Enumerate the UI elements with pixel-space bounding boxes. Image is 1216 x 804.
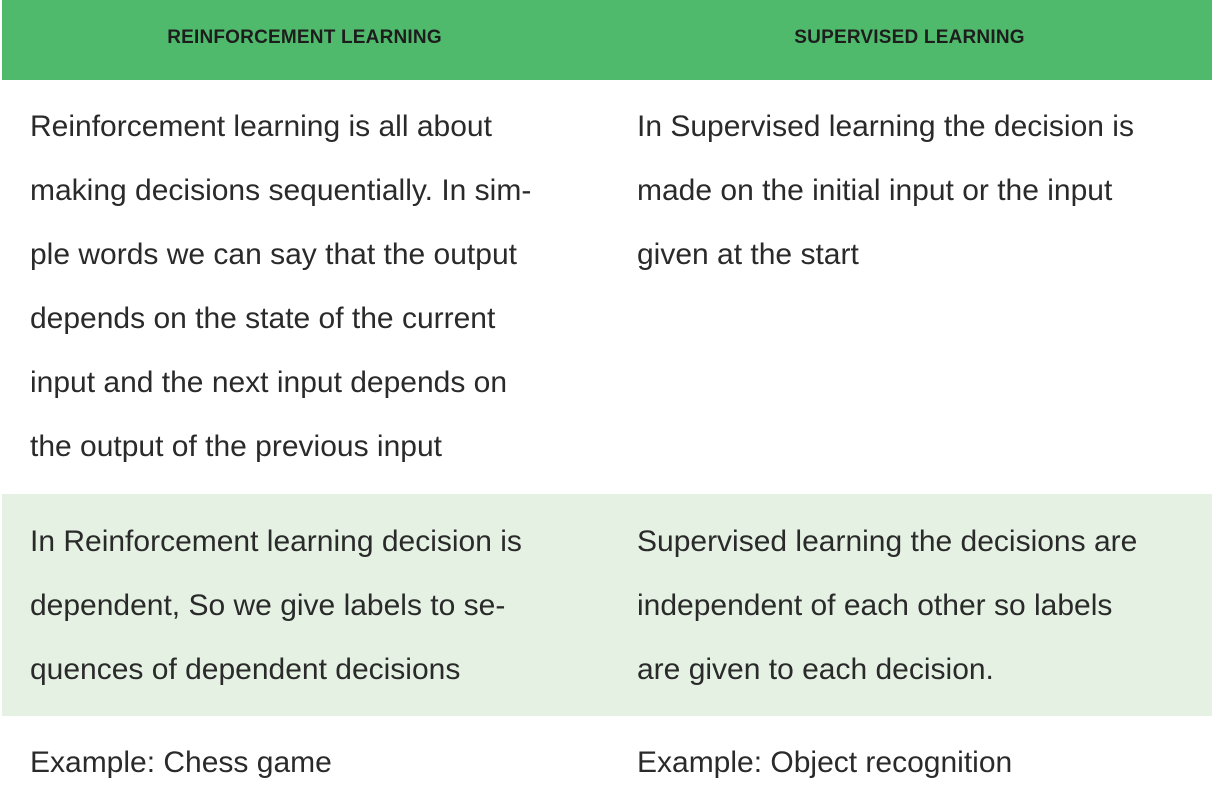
cell-line: are given to each decision. [637, 653, 994, 686]
cell-line: making decisions sequentially. In sim- [30, 174, 532, 207]
cell-line: independent of each other so labels [637, 589, 1113, 622]
table-row: In Reinforcement learning decision is de… [2, 494, 1212, 716]
header-supervised-learning: SUPERVISED LEARNING [794, 27, 1025, 48]
cell-line: In Supervised learning the decision is [637, 110, 1134, 143]
table-cell-reinforcement: Reinforcement learning is all about maki… [2, 95, 605, 494]
table-cell-supervised: Example: Object recognition [605, 731, 1212, 804]
cell-line: dependent, So we give labels to se- [30, 589, 506, 622]
cell-line: given at the start [637, 238, 859, 271]
cell-line: Example: Object recognition [637, 746, 1013, 779]
cell-line: made on the initial input or the input [637, 174, 1113, 207]
table-row: Example: Chess game Example: Object reco… [2, 716, 1212, 804]
cell-line: Reinforcement learning is all about [30, 110, 492, 143]
cell-line: the output of the previous input [30, 430, 442, 463]
cell-line: depends on the state of the current [30, 302, 496, 335]
table-cell-supervised: Supervised learning the decisions are in… [605, 510, 1212, 716]
table-cell-reinforcement: Example: Chess game [2, 731, 605, 804]
cell-line: ple words we can say that the output [30, 238, 517, 271]
cell-line: input and the next input depends on [30, 366, 508, 399]
comparison-table: REINFORCEMENT LEARNING SUPERVISED LEARNI… [2, 0, 1212, 804]
table-header-row: REINFORCEMENT LEARNING SUPERVISED LEARNI… [2, 0, 1212, 80]
cell-line: In Reinforcement learning decision is [30, 525, 522, 558]
table-cell-supervised: In Supervised learning the decision is m… [605, 95, 1212, 494]
table-cell-reinforcement: In Reinforcement learning decision is de… [2, 510, 605, 716]
cell-line: quences of dependent decisions [30, 653, 461, 686]
header-reinforcement-learning: REINFORCEMENT LEARNING [167, 27, 442, 48]
cell-line: Example: Chess game [30, 746, 332, 779]
table-row: Reinforcement learning is all about maki… [2, 80, 1212, 494]
cell-line: Supervised learning the decisions are [637, 525, 1138, 558]
